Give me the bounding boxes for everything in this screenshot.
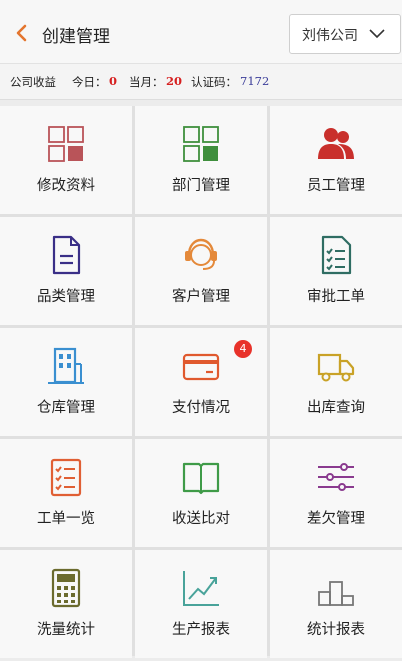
company-selector[interactable]: 刘伟公司 [289,14,401,54]
menu-item-label: 洗量统计 [37,622,95,638]
customer-headset-icon [185,238,217,270]
department-grid-icon [183,126,219,162]
arrears-sliders-icon [318,463,354,491]
code-label: 认证码： [191,75,237,89]
function-grid: 修改资料 部门管理 员工管理 品类管理 客户管理 审批工单 仓库管理 支付情况 … [0,106,402,658]
menu-item-employees[interactable]: 员工管理 [270,106,402,214]
month-label: 当月： [129,75,164,89]
edit-profile-grid-icon [48,126,84,162]
menu-item-statistics-report[interactable]: 统计报表 [270,550,402,658]
menu-item-label: 工单一览 [37,511,95,527]
today-label: 今日： [72,75,107,89]
app-header: 创建管理 刘伟公司 [0,0,402,64]
menu-item-label: 差欠管理 [307,511,365,527]
wash-calculator-icon [51,568,81,608]
work-order-checklist-icon [50,458,82,497]
menu-item-approval[interactable]: 审批工单 [270,217,402,325]
approval-checklist-icon [321,235,352,275]
month-value: 20 [166,74,183,88]
today-value: 0 [109,74,118,88]
menu-item-label: 审批工单 [307,289,365,305]
company-selector-label: 刘伟公司 [302,28,358,44]
menu-item-work-orders[interactable]: 工单一览 [0,439,132,547]
back-arrow-icon[interactable] [12,23,32,43]
income-summary-bar: 公司收益 今日： 0 当月： 20 认证码： 7172 [0,64,402,100]
menu-item-label: 生产报表 [172,622,230,638]
chevron-down-icon [369,29,385,39]
menu-item-customers[interactable]: 客户管理 [135,217,267,325]
compare-book-icon [182,462,220,495]
code-value: 7172 [240,74,270,88]
menu-item-wash-stats[interactable]: 洗量统计 [0,550,132,658]
category-document-icon [52,235,81,275]
menu-item-label: 客户管理 [172,289,230,305]
statistics-podium-icon [318,581,354,606]
employees-icon [318,128,354,159]
menu-item-department[interactable]: 部门管理 [135,106,267,214]
notification-badge: 4 [234,340,252,358]
menu-item-label: 部门管理 [172,178,230,194]
menu-item-arrears[interactable]: 差欠管理 [270,439,402,547]
menu-item-label: 品类管理 [37,289,95,305]
menu-item-compare[interactable]: 收送比对 [135,439,267,547]
menu-item-outbound[interactable]: 出库查询 [270,328,402,436]
payment-card-icon [182,353,220,381]
menu-item-category[interactable]: 品类管理 [0,217,132,325]
menu-item-label: 修改资料 [37,178,95,194]
menu-item-payment[interactable]: 支付情况 4 [135,328,267,436]
income-label: 公司收益 [10,75,56,89]
menu-item-warehouse[interactable]: 仓库管理 [0,328,132,436]
page-title: 创建管理 [42,27,110,47]
delivery-truck-icon [317,353,355,382]
menu-item-label: 出库查询 [307,400,365,416]
menu-item-label: 统计报表 [307,622,365,638]
menu-item-label: 员工管理 [307,178,365,194]
menu-item-label: 支付情况 [172,400,230,416]
menu-item-edit-profile[interactable]: 修改资料 [0,106,132,214]
menu-item-label: 收送比对 [172,511,230,527]
menu-item-label: 仓库管理 [37,400,95,416]
production-trend-icon [183,571,219,606]
menu-item-production-report[interactable]: 生产报表 [135,550,267,658]
warehouse-building-icon [48,347,84,384]
